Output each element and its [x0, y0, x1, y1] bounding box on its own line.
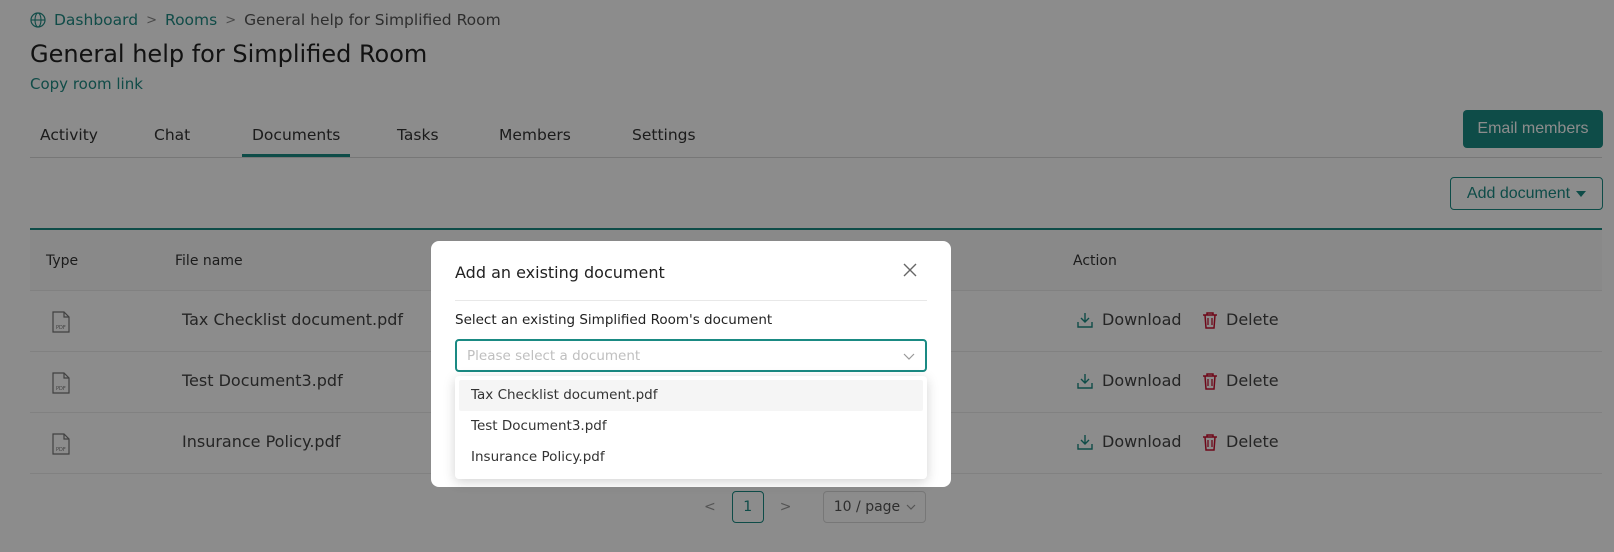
chevron-down-icon	[903, 353, 915, 360]
document-select[interactable]: Please select a document	[455, 339, 927, 372]
dropdown-option[interactable]: Tax Checklist document.pdf	[459, 380, 923, 411]
document-select-label: Select an existing Simplified Room's doc…	[455, 312, 773, 328]
dropdown-option[interactable]: Insurance Policy.pdf	[459, 442, 923, 473]
close-icon[interactable]	[901, 261, 919, 279]
dropdown-option[interactable]: Test Document3.pdf	[459, 411, 923, 442]
document-select-placeholder: Please select a document	[467, 348, 641, 364]
modal-title: Add an existing document	[455, 263, 665, 282]
document-dropdown: Tax Checklist document.pdf Test Document…	[455, 376, 927, 479]
modal-divider	[455, 300, 927, 301]
